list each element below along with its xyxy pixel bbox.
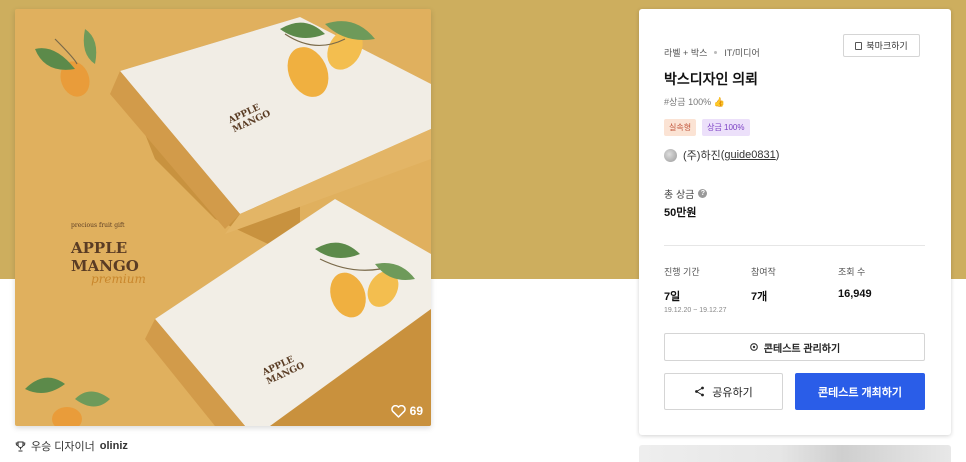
- views-value: 16,949: [838, 288, 872, 300]
- contest-title: 박스디자인 의뢰: [664, 71, 759, 87]
- help-icon[interactable]: ?: [698, 189, 708, 198]
- contest-hero-image[interactable]: precious fruit gift APPLE MANGO premium …: [15, 9, 431, 426]
- category-primary[interactable]: 라벨 + 박스: [664, 46, 707, 59]
- manage-contest-label: 콘테스트 관리하기: [763, 343, 841, 355]
- total-prize-text: 총 상금: [664, 190, 695, 201]
- bookmark-icon: [855, 41, 863, 50]
- bookmark-label: 북마크하기: [866, 41, 908, 51]
- contest-hashtag[interactable]: #상금 100% 👍: [664, 95, 725, 108]
- share-icon: [695, 386, 705, 397]
- host-contest-button[interactable]: 콘테스트 개최하기: [795, 373, 925, 410]
- winner-designer: 우승 디자이너 oliniz: [15, 438, 128, 454]
- entries-label: 참여작: [751, 267, 776, 277]
- gear-icon: [749, 343, 758, 351]
- bookmark-button[interactable]: 북마크하기: [843, 34, 920, 57]
- category-secondary[interactable]: IT/미디어: [724, 46, 759, 59]
- winner-designer-prefix: 우승 디자이너: [31, 441, 95, 453]
- contest-badges: 실속형 상금 100%: [664, 119, 750, 136]
- mango-box-illustration: [15, 9, 431, 426]
- winner-designer-name[interactable]: oliniz: [100, 440, 128, 452]
- hero-gift-label: precious fruit gift: [71, 222, 125, 229]
- share-button[interactable]: 공유하기: [664, 373, 783, 410]
- company-name: (주)하진: [683, 150, 721, 162]
- category-separator: [714, 51, 718, 54]
- entries-value: 7개: [751, 291, 768, 303]
- manage-contest-button[interactable]: 콘테스트 관리하기: [664, 333, 925, 361]
- trophy-icon: [15, 440, 26, 452]
- stat-period: 진행 기간 7일 19.12.20 ~ 19.12.27: [664, 265, 726, 314]
- hero-brand-script: premium: [91, 272, 146, 286]
- stat-entries: 참여작 7개: [751, 265, 776, 304]
- avatar: [664, 148, 677, 162]
- like-button[interactable]: 69: [390, 404, 423, 418]
- prize-badge: 상금 100%: [702, 119, 750, 136]
- divider: [664, 245, 925, 246]
- heart-icon: [390, 404, 406, 418]
- like-count: 69: [409, 404, 423, 418]
- period-dates: 19.12.20 ~ 19.12.27: [664, 307, 727, 314]
- hero-brand-line1: APPLE: [71, 239, 128, 257]
- total-prize-label: 총 상금 ?: [664, 186, 708, 201]
- company-id-link[interactable]: guide0831: [724, 149, 775, 161]
- related-thumbnail[interactable]: [639, 445, 951, 462]
- share-label: 공유하기: [712, 386, 753, 399]
- period-label: 진행 기간: [664, 267, 700, 277]
- total-prize-value: 50만원: [664, 207, 697, 219]
- views-label: 조회 수: [838, 267, 866, 277]
- host-company[interactable]: (주)하진 (guide0831): [664, 147, 779, 163]
- category-breadcrumb: 라벨 + 박스 IT/미디어: [664, 46, 760, 59]
- stat-views: 조회 수 16,949: [838, 265, 872, 300]
- contest-info-card: 라벨 + 박스 IT/미디어 북마크하기 박스디자인 의뢰 #상금 100% 👍…: [639, 9, 951, 435]
- period-value: 7일: [664, 291, 681, 303]
- plan-badge: 실속형: [664, 119, 697, 136]
